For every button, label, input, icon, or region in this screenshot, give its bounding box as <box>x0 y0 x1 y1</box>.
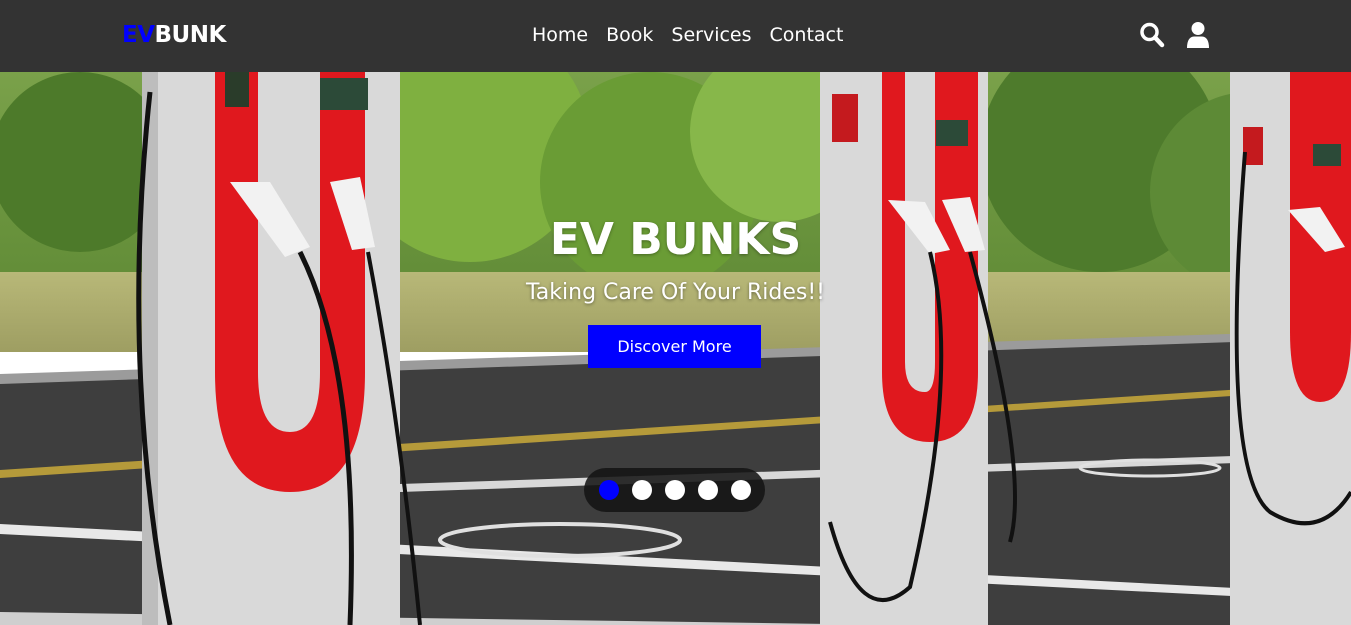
user-icon[interactable] <box>1185 21 1211 49</box>
hero-title: EV BUNKS <box>549 214 802 265</box>
carousel-dot-5[interactable] <box>730 480 751 500</box>
carousel-indicators <box>584 468 765 512</box>
nav-home-link[interactable]: Home <box>532 22 588 48</box>
hero-subtitle: Taking Care Of Your Rides!! <box>526 280 825 305</box>
brand-accent: EV <box>122 22 155 48</box>
navbar: EVBUNK Home Book Services Contact <box>0 0 1351 72</box>
discover-more-button[interactable]: Discover More <box>588 325 761 368</box>
brand-logo[interactable]: EVBUNK <box>122 20 226 50</box>
nav-contact-link[interactable]: Contact <box>770 22 844 48</box>
nav-services-link[interactable]: Services <box>671 22 751 48</box>
search-icon[interactable] <box>1139 21 1165 49</box>
carousel-dot-2[interactable] <box>631 480 652 500</box>
nav-book-link[interactable]: Book <box>606 22 653 48</box>
carousel-dot-3[interactable] <box>664 480 685 500</box>
carousel-dot-4[interactable] <box>697 480 718 500</box>
nav-icons <box>1139 21 1211 49</box>
main-nav: Home Book Services Contact <box>532 22 843 48</box>
carousel-dot-1[interactable] <box>598 480 619 500</box>
brand-name: BUNK <box>154 22 227 48</box>
hero-banner: EV BUNKS Taking Care Of Your Rides!! Dis… <box>0 72 1351 625</box>
